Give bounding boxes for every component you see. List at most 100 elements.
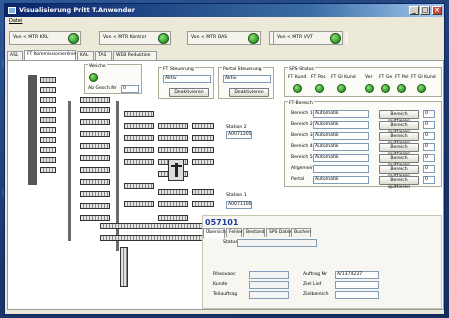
bereich-count-field[interactable]: 0 (423, 132, 435, 140)
station-2-field[interactable]: A0071205 (226, 131, 252, 139)
main-window: Visualisierung Pritt T.Anwender _ □ × Da… (4, 3, 445, 315)
lift-unit[interactable] (168, 159, 184, 181)
conveyor-cell[interactable] (40, 167, 56, 173)
bereich-quittieren-button[interactable]: Bereich quittieren (379, 110, 419, 124)
portal-steuerung-group: Portal Steuerung Aktiv Deaktivieren (218, 67, 274, 99)
detail-right-field[interactable] (335, 281, 379, 289)
conveyor-cell[interactable] (40, 77, 56, 83)
bereich-mode-field[interactable]: Automatik (313, 154, 369, 162)
conveyor-cell[interactable] (124, 111, 154, 117)
close-button[interactable]: × (432, 6, 442, 15)
minimize-button[interactable]: _ (409, 6, 419, 15)
conveyor-cell[interactable] (80, 179, 110, 185)
conveyor-cell[interactable] (120, 247, 128, 287)
bereich-count-field[interactable]: 0 (423, 154, 435, 162)
bereich-mode-field[interactable] (313, 165, 369, 173)
conveyor-cell[interactable] (80, 203, 110, 209)
conveyor-cell[interactable] (80, 167, 110, 173)
menu-datei[interactable]: Datei (9, 18, 22, 24)
bereich-count-field[interactable]: 0 (423, 176, 435, 184)
bereich-quittieren-button[interactable]: Bereich quittieren (379, 154, 419, 168)
tab-asl[interactable]: ASL (7, 51, 23, 60)
conveyor-cell[interactable] (124, 183, 154, 189)
station-1-field[interactable]: A0071100 (226, 201, 252, 209)
conveyor-cell[interactable] (158, 201, 188, 207)
conveyor-cell[interactable] (80, 97, 110, 103)
ft-steuerung-field[interactable]: Aktiv (163, 75, 211, 83)
detail-right-field[interactable] (335, 291, 379, 299)
detail-tab[interactable]: Übersicht (203, 228, 227, 238)
conveyor-cell[interactable] (192, 135, 214, 141)
conveyor-cell[interactable] (80, 143, 110, 149)
bereich-quittieren-button[interactable]: Bereich quittieren (379, 165, 419, 179)
conveyor-cell[interactable] (40, 147, 56, 153)
bereich-mode-field[interactable]: Automatik (313, 121, 369, 129)
tab-tas[interactable]: TAS (95, 51, 112, 60)
status-field[interactable] (237, 239, 317, 247)
conveyor-cell[interactable] (192, 159, 214, 165)
detail-left-field[interactable] (249, 281, 289, 289)
conveyor-cell[interactable] (40, 97, 56, 103)
detail-right-field[interactable]: A/1374237 (335, 271, 379, 279)
bereich-count-field[interactable]: 0 (423, 143, 435, 151)
conveyor-cell[interactable] (80, 191, 110, 197)
conveyor-cell[interactable] (124, 147, 154, 153)
conveyor-cell[interactable] (158, 135, 188, 141)
conveyor-cell[interactable] (80, 215, 110, 221)
conveyor-cell[interactable] (158, 147, 188, 153)
window-titlebar[interactable]: Visualisierung Pritt T.Anwender _ □ × (5, 4, 444, 17)
bereich-mode-field[interactable]: Automatik (313, 132, 369, 140)
bereich-mode-field[interactable]: Automatik (313, 176, 369, 184)
sps-led-icon (315, 84, 324, 93)
tab-web-reduktion[interactable]: WEB Reduktion (113, 51, 157, 60)
conveyor-cell[interactable] (124, 123, 154, 129)
sps-label: FT Kund (288, 75, 307, 80)
conveyor-cell[interactable] (40, 137, 56, 143)
conveyor-cell[interactable] (192, 201, 214, 207)
bereich-count-field[interactable]: 0 (423, 110, 435, 118)
conveyor-cell[interactable] (158, 189, 188, 195)
detail-left-field[interactable] (249, 291, 289, 299)
bereich-quittieren-button[interactable]: Bereich quittieren (379, 132, 419, 146)
weiche-group: Weiche Ab Gesch.Nr 0 (84, 64, 142, 94)
conveyor-cell[interactable] (124, 159, 154, 165)
conveyor-cell[interactable] (40, 87, 56, 93)
weiche-field[interactable]: 0 (121, 85, 139, 93)
tab-kal[interactable]: KAL (77, 51, 94, 60)
detail-tab[interactable]: Buchen (291, 228, 311, 237)
bereich-quittieren-button[interactable]: Bereich quittieren (379, 143, 419, 157)
bereich-quittieren-button[interactable]: Bereich quittieren (379, 176, 419, 190)
bereich-quittieren-button[interactable]: Bereich quittieren (379, 121, 419, 135)
detail-left-field[interactable] (249, 271, 289, 279)
bereich-mode-field[interactable]: Automatik (313, 110, 369, 118)
portal-deaktivieren-button[interactable]: Deaktivieren (229, 88, 269, 97)
detail-tab[interactable]: SPS Daten (266, 228, 292, 237)
bereich-count-field[interactable]: 0 (423, 165, 435, 173)
conveyor-cell[interactable] (80, 155, 110, 161)
detail-tab[interactable]: Bestand (243, 228, 265, 237)
ft-deaktivieren-button[interactable]: Deaktivieren (169, 88, 209, 97)
bereich-count-field[interactable]: 0 (423, 121, 435, 129)
conveyor-cell[interactable] (40, 107, 56, 113)
conveyor-cell[interactable] (100, 223, 210, 229)
maximize-button[interactable]: □ (420, 6, 430, 15)
conveyor-cell[interactable] (124, 201, 154, 207)
conveyor-cell[interactable] (80, 107, 110, 113)
conveyor-cell[interactable] (158, 123, 188, 129)
conveyor-cell[interactable] (100, 235, 210, 241)
conveyor-cell[interactable] (80, 119, 110, 125)
portal-steuerung-field[interactable]: Aktiv (223, 75, 271, 83)
conveyor-cell[interactable] (40, 117, 56, 123)
conveyor-cell[interactable] (40, 157, 56, 163)
conveyor-cell[interactable] (40, 127, 56, 133)
conveyor-cell[interactable] (80, 131, 110, 137)
bereich-mode-field[interactable]: Automatik (313, 143, 369, 151)
conveyor-cell[interactable] (124, 135, 154, 141)
portal-steuerung-title: Portal Steuerung (222, 67, 263, 72)
tab-ft-kommissionierlinie[interactable]: FT Kommissionierlinie (24, 50, 76, 60)
conveyor-cell[interactable] (192, 123, 214, 129)
conveyor-cell[interactable] (158, 215, 188, 221)
conveyor-cell[interactable] (192, 189, 214, 195)
detail-tab[interactable]: Fehler (226, 228, 243, 237)
conveyor-cell[interactable] (192, 147, 214, 153)
